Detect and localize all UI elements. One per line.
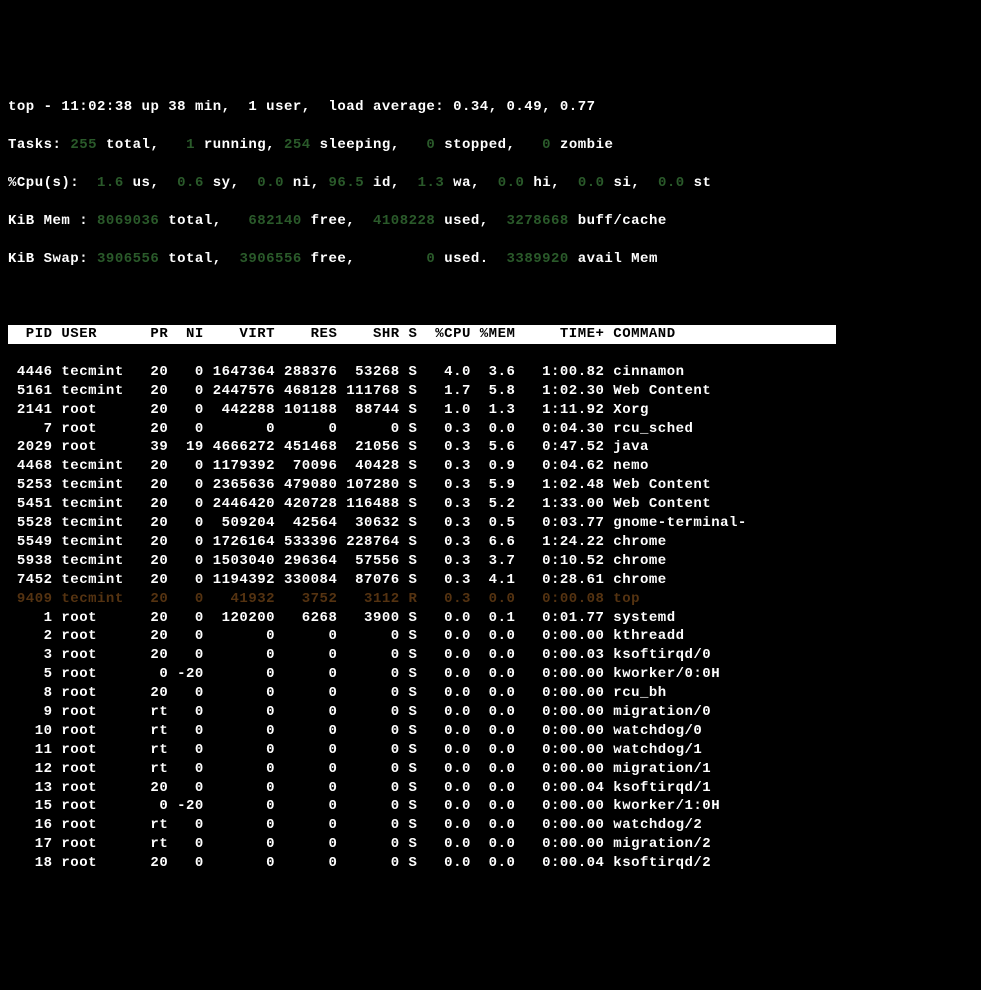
process-row: 3 root 20 0 0 0 0 S 0.0 0.0 0:00.03 ksof… [8, 646, 973, 665]
process-row: 18 root 20 0 0 0 0 S 0.0 0.0 0:00.04 kso… [8, 854, 973, 873]
summary-line-uptime: top - 11:02:38 up 38 min, 1 user, load a… [8, 98, 973, 117]
process-row: 1 root 20 0 120200 6268 3900 S 0.0 0.1 0… [8, 609, 973, 628]
process-row: 7 root 20 0 0 0 0 S 0.3 0.0 0:04.30 rcu_… [8, 420, 973, 439]
process-row: 4468 tecmint 20 0 1179392 70096 40428 S … [8, 457, 973, 476]
process-row: 8 root 20 0 0 0 0 S 0.0 0.0 0:00.00 rcu_… [8, 684, 973, 703]
process-row: 11 root rt 0 0 0 0 S 0.0 0.0 0:00.00 wat… [8, 741, 973, 760]
process-row: 13 root 20 0 0 0 0 S 0.0 0.0 0:00.04 kso… [8, 779, 973, 798]
process-row: 9 root rt 0 0 0 0 S 0.0 0.0 0:00.00 migr… [8, 703, 973, 722]
process-row: 16 root rt 0 0 0 0 S 0.0 0.0 0:00.00 wat… [8, 816, 973, 835]
process-row: 2 root 20 0 0 0 0 S 0.0 0.0 0:00.00 kthr… [8, 627, 973, 646]
terminal[interactable]: top - 11:02:38 up 38 min, 1 user, load a… [8, 80, 973, 892]
process-row: 5938 tecmint 20 0 1503040 296364 57556 S… [8, 552, 973, 571]
process-row: 5451 tecmint 20 0 2446420 420728 116488 … [8, 495, 973, 514]
process-list: 4446 tecmint 20 0 1647364 288376 53268 S… [8, 363, 973, 873]
summary-line-cpu: %Cpu(s): 1.6 us, 0.6 sy, 0.0 ni, 96.5 id… [8, 174, 973, 193]
summary-line-mem: KiB Mem : 8069036 total, 682140 free, 41… [8, 212, 973, 231]
process-row: 10 root rt 0 0 0 0 S 0.0 0.0 0:00.00 wat… [8, 722, 973, 741]
process-row: 12 root rt 0 0 0 0 S 0.0 0.0 0:00.00 mig… [8, 760, 973, 779]
process-row: 2029 root 39 19 4666272 451468 21056 S 0… [8, 438, 973, 457]
process-row: 4446 tecmint 20 0 1647364 288376 53268 S… [8, 363, 973, 382]
summary-line-swap: KiB Swap: 3906556 total, 3906556 free, 0… [8, 250, 973, 269]
process-row: 7452 tecmint 20 0 1194392 330084 87076 S… [8, 571, 973, 590]
blank-line [8, 287, 973, 306]
process-row: 5161 tecmint 20 0 2447576 468128 111768 … [8, 382, 973, 401]
process-row: 5549 tecmint 20 0 1726164 533396 228764 … [8, 533, 973, 552]
process-row: 5 root 0 -20 0 0 0 S 0.0 0.0 0:00.00 kwo… [8, 665, 973, 684]
table-header-row: PID USER PR NI VIRT RES SHR S %CPU %MEM … [8, 325, 973, 344]
process-row: 2141 root 20 0 442288 101188 88744 S 1.0… [8, 401, 973, 420]
process-row: 15 root 0 -20 0 0 0 S 0.0 0.0 0:00.00 kw… [8, 797, 973, 816]
process-row: 9409 tecmint 20 0 41932 3752 3112 R 0.3 … [8, 590, 973, 609]
process-row: 5253 tecmint 20 0 2365636 479080 107280 … [8, 476, 973, 495]
process-row: 17 root rt 0 0 0 0 S 0.0 0.0 0:00.00 mig… [8, 835, 973, 854]
process-row: 5528 tecmint 20 0 509204 42564 30632 S 0… [8, 514, 973, 533]
summary-line-tasks: Tasks: 255 total, 1 running, 254 sleepin… [8, 136, 973, 155]
